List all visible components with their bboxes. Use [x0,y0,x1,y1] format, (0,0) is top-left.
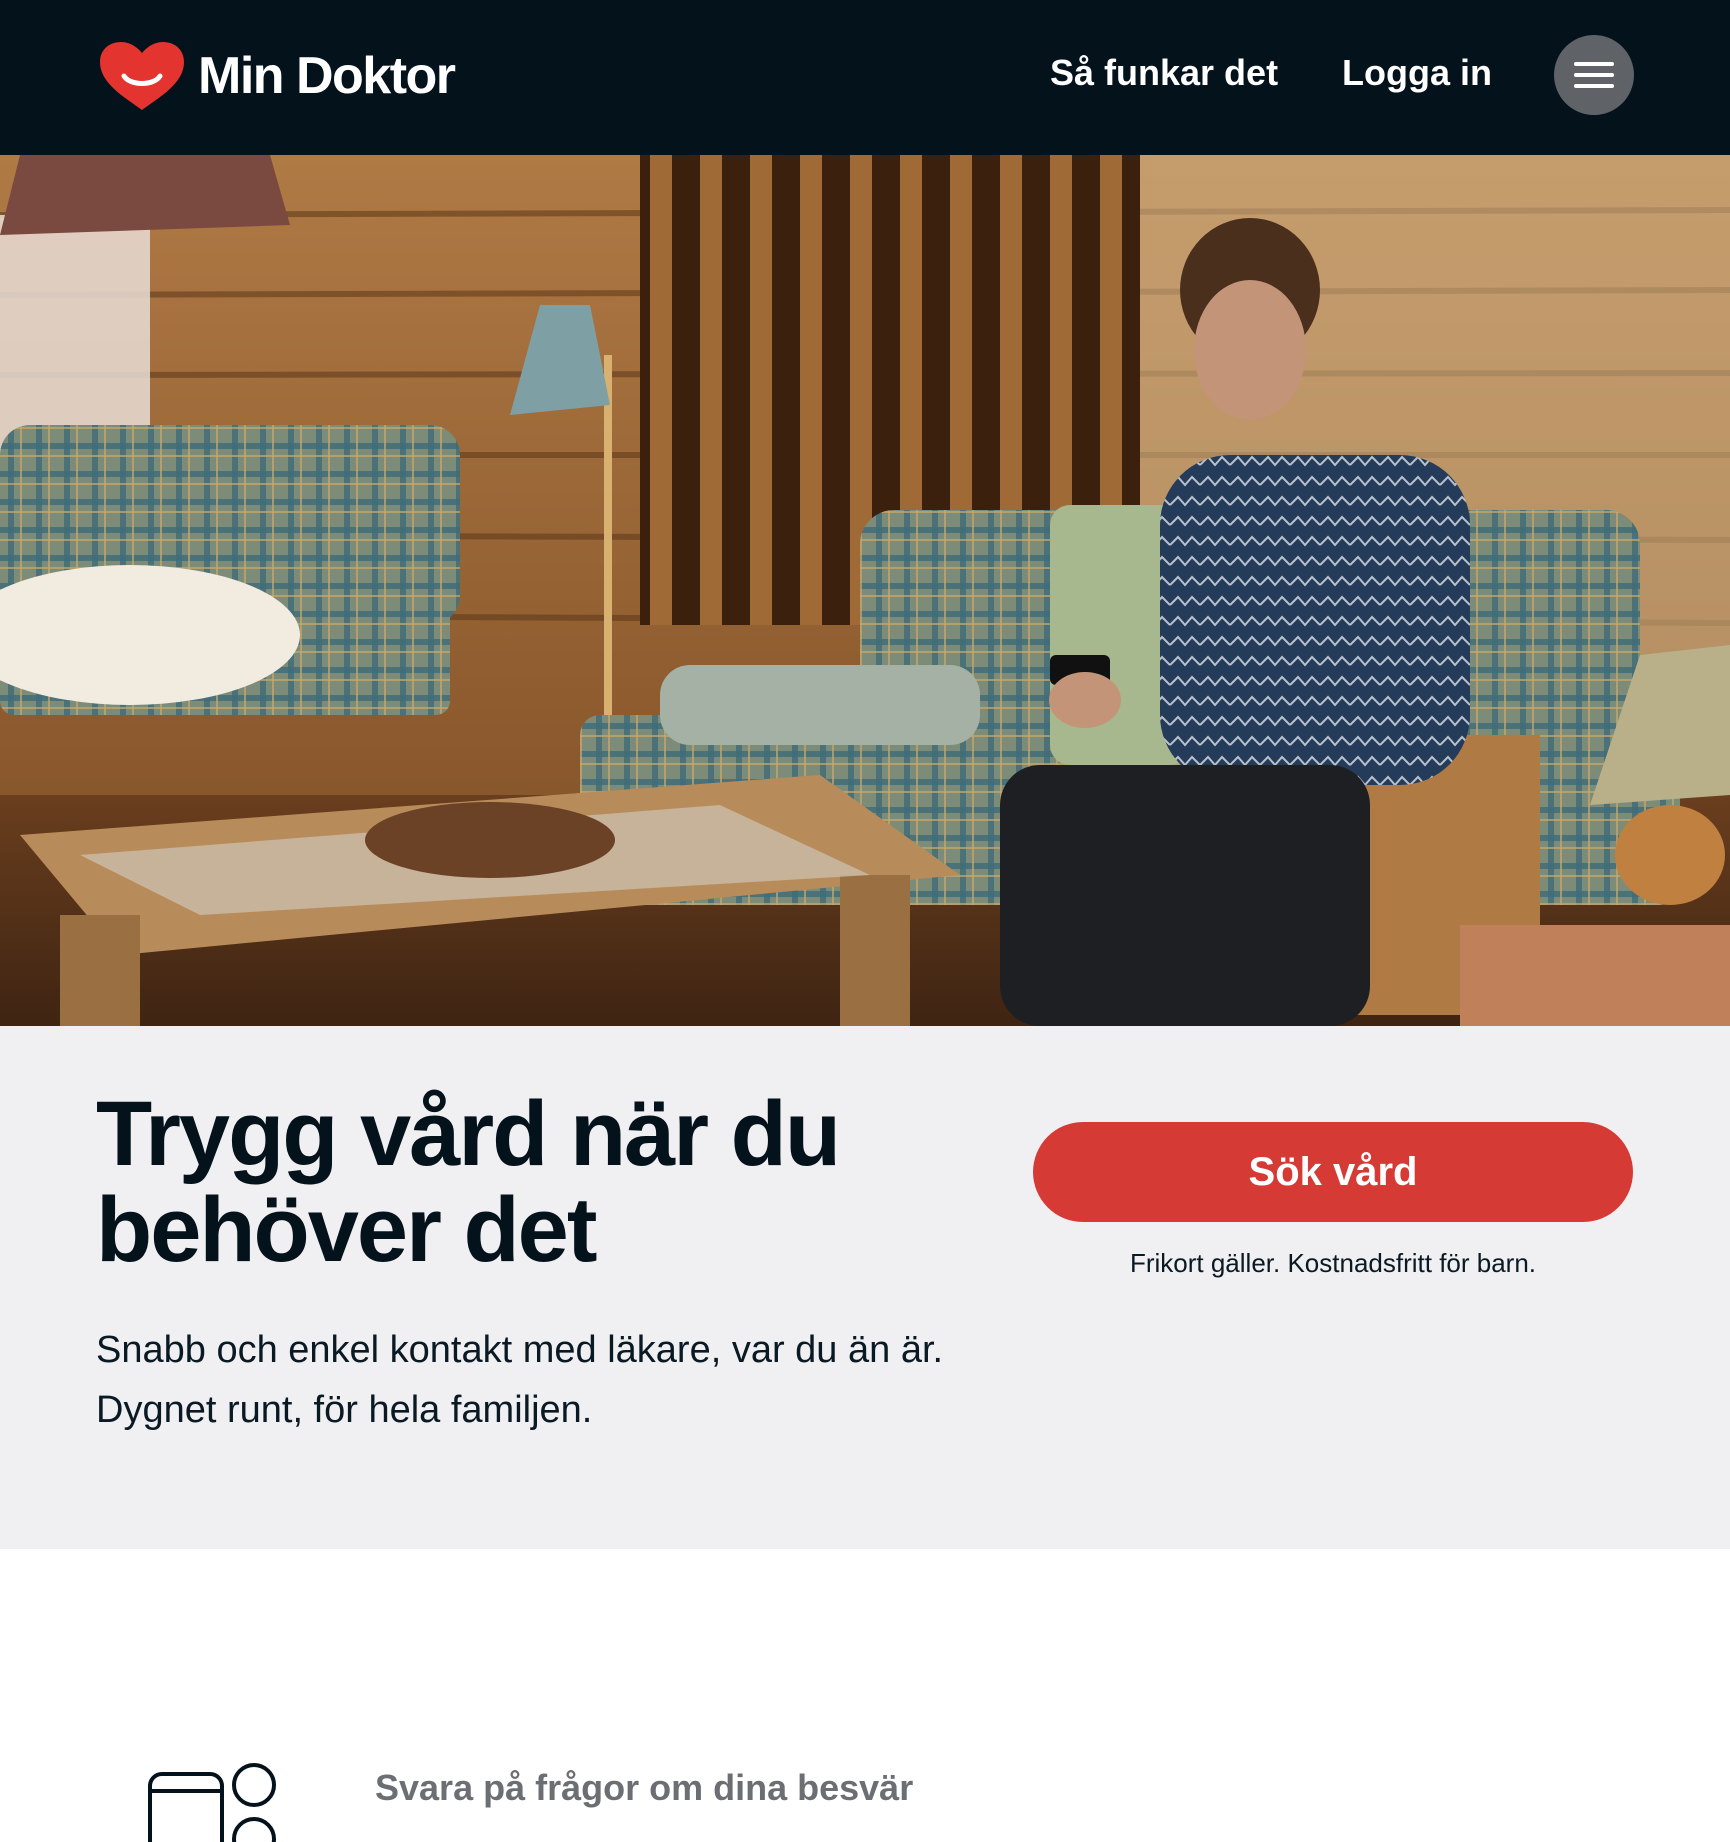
cta-note: Frikort gäller. Kostnadsfritt för barn. [1129,1248,1537,1278]
step-label: Svara på frågor om dina besvär [375,1767,914,1808]
hero-photo [0,155,1730,1026]
phone-questions-icon [148,1763,276,1842]
menu-button[interactable] [1554,35,1634,115]
intro-panel: Trygg vård när du behöver det Snabb och … [0,1026,1730,1549]
brand-logo[interactable]: Min Doktor [96,40,456,112]
heart-smile-logo-icon [100,42,184,110]
seek-care-button[interactable]: Sök vård [1033,1122,1633,1222]
hero-image [0,155,1730,1026]
hamburger-icon-line [1574,73,1614,77]
how-it-works-steps: Svara på frågor om dina besvär [0,1549,1730,1842]
nav-login[interactable]: Logga in [1342,52,1492,94]
hamburger-icon-line [1574,84,1614,88]
site-header: Min Doktor Så funkar det Logga in [0,0,1730,155]
hamburger-icon-line [1574,62,1614,66]
nav-how-it-works[interactable]: Så funkar det [1050,52,1278,94]
page-title: Trygg vård när du behöver det [96,1083,841,1281]
brand-name: Min Doktor [198,47,456,105]
intro-subtext: Snabb och enkel kontakt med läkare, var … [96,1329,944,1431]
